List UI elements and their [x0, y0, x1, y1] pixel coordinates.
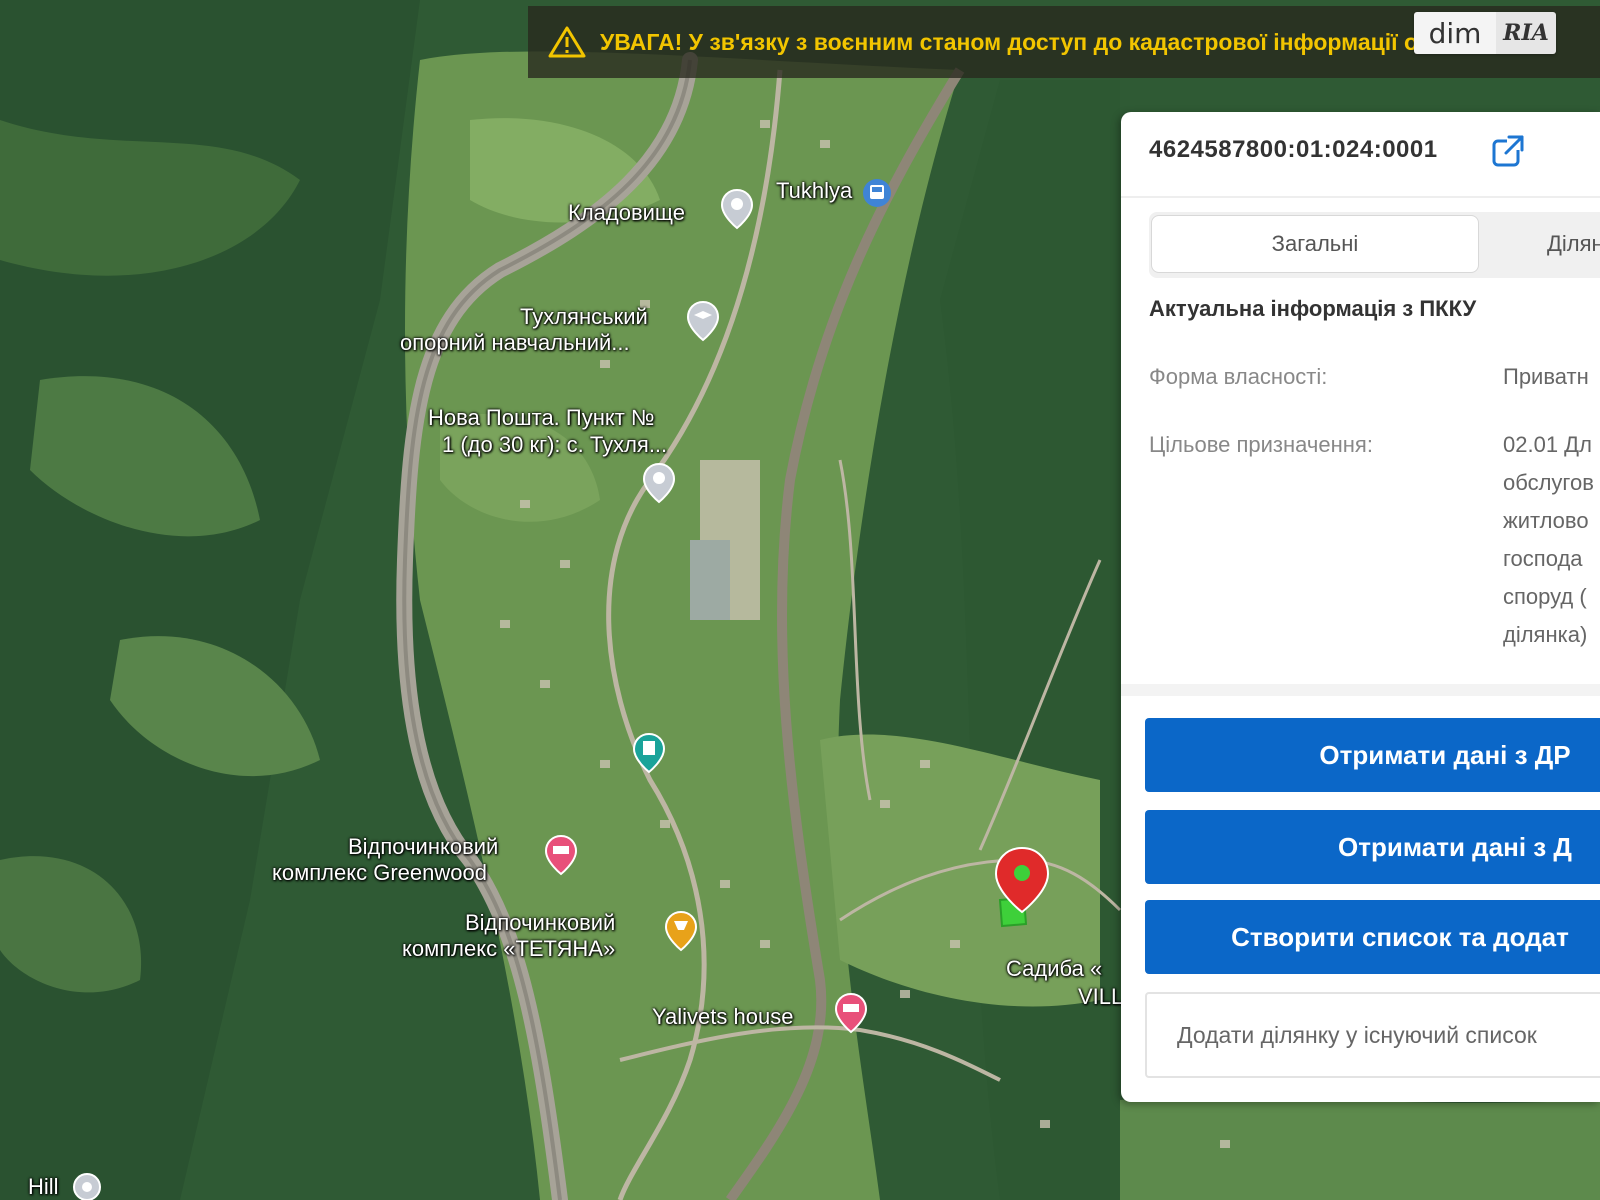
purpose-value-line5: споруд (	[1503, 584, 1587, 609]
poi-label-greenwood-line1[interactable]: Відпочинковий	[348, 834, 498, 860]
logo-ria: RIA	[1496, 12, 1556, 54]
external-link-icon[interactable]	[1491, 134, 1525, 168]
school-pin-icon[interactable]	[686, 300, 720, 342]
cemetery-pin-icon[interactable]	[720, 188, 754, 230]
poi-label-bottom-left[interactable]: Hill	[28, 1174, 59, 1200]
parcel-info-panel: 4624587800:01:024:0001 Загальні Ділян Ак…	[1121, 112, 1600, 1102]
poi-label-school-line2[interactable]: опорний навчальний...	[400, 330, 630, 356]
poi-label-tukhlya[interactable]: Tukhlya	[776, 178, 852, 204]
panel-divider	[1121, 684, 1600, 696]
bus-stop-icon[interactable]	[862, 178, 892, 208]
hotel-pin-icon[interactable]	[834, 992, 868, 1034]
poi-label-tetyana-line2[interactable]: комплекс «ТЕТЯНА»	[402, 936, 615, 962]
poi-label-cemetery[interactable]: Кладовище	[568, 200, 685, 226]
panel-tabs: Загальні Ділян	[1149, 212, 1600, 278]
place-pin-icon[interactable]	[72, 1172, 102, 1200]
poi-label-school-line1[interactable]: Тухлянський	[520, 304, 648, 330]
header-divider	[1121, 196, 1600, 198]
get-data-button-2[interactable]: Отримати дані з Д	[1145, 810, 1600, 884]
poi-label-tetyana-line1[interactable]: Відпочинковий	[465, 910, 615, 936]
warning-icon	[548, 26, 586, 58]
resort-pin-icon[interactable]	[664, 910, 698, 952]
purpose-label: Цільове призначення:	[1149, 432, 1373, 457]
logo-dim: dim	[1414, 12, 1496, 54]
hotel-pin-icon[interactable]	[544, 834, 578, 876]
tab-parcel[interactable]: Ділян	[1547, 215, 1600, 273]
section-title: Актуальна інформація з ПККУ	[1149, 296, 1477, 321]
purpose-value-line6: ділянка)	[1503, 622, 1588, 647]
monument-pin-icon[interactable]	[632, 732, 666, 774]
purpose-value-line1: 02.01 Дл	[1503, 432, 1592, 457]
poi-label-post-line1[interactable]: Нова Пошта. Пункт №	[428, 405, 655, 431]
purpose-value-line3: житлово	[1503, 508, 1589, 533]
post-office-pin-icon[interactable]	[642, 462, 676, 504]
cadastral-number: 4624587800:01:024:0001	[1149, 136, 1438, 163]
add-to-list-button[interactable]: Додати ділянку у існуючий список	[1145, 992, 1600, 1078]
tab-general[interactable]: Загальні	[1151, 215, 1479, 273]
create-list-button[interactable]: Створити список та додат	[1145, 900, 1600, 974]
purpose-value-line4: господа	[1503, 546, 1583, 571]
poi-label-sadyba-line1[interactable]: Садиба «	[1006, 956, 1102, 982]
ownership-label: Форма власності:	[1149, 364, 1328, 389]
purpose-value-line2: обслугов	[1503, 470, 1594, 495]
ownership-value: Приватн	[1503, 364, 1589, 389]
poi-label-yalivets[interactable]: Yalivets house	[652, 1004, 793, 1030]
dim-ria-logo[interactable]: dim RIA	[1414, 12, 1556, 54]
poi-label-post-line2[interactable]: 1 (до 30 кг): с. Тухля...	[442, 432, 667, 458]
warning-text: УВАГА! У зв'язку з воєнним станом доступ…	[600, 28, 1539, 55]
get-data-button-1[interactable]: Отримати дані з ДР	[1145, 718, 1600, 792]
poi-label-greenwood-line2[interactable]: комплекс Greenwood	[272, 860, 487, 886]
